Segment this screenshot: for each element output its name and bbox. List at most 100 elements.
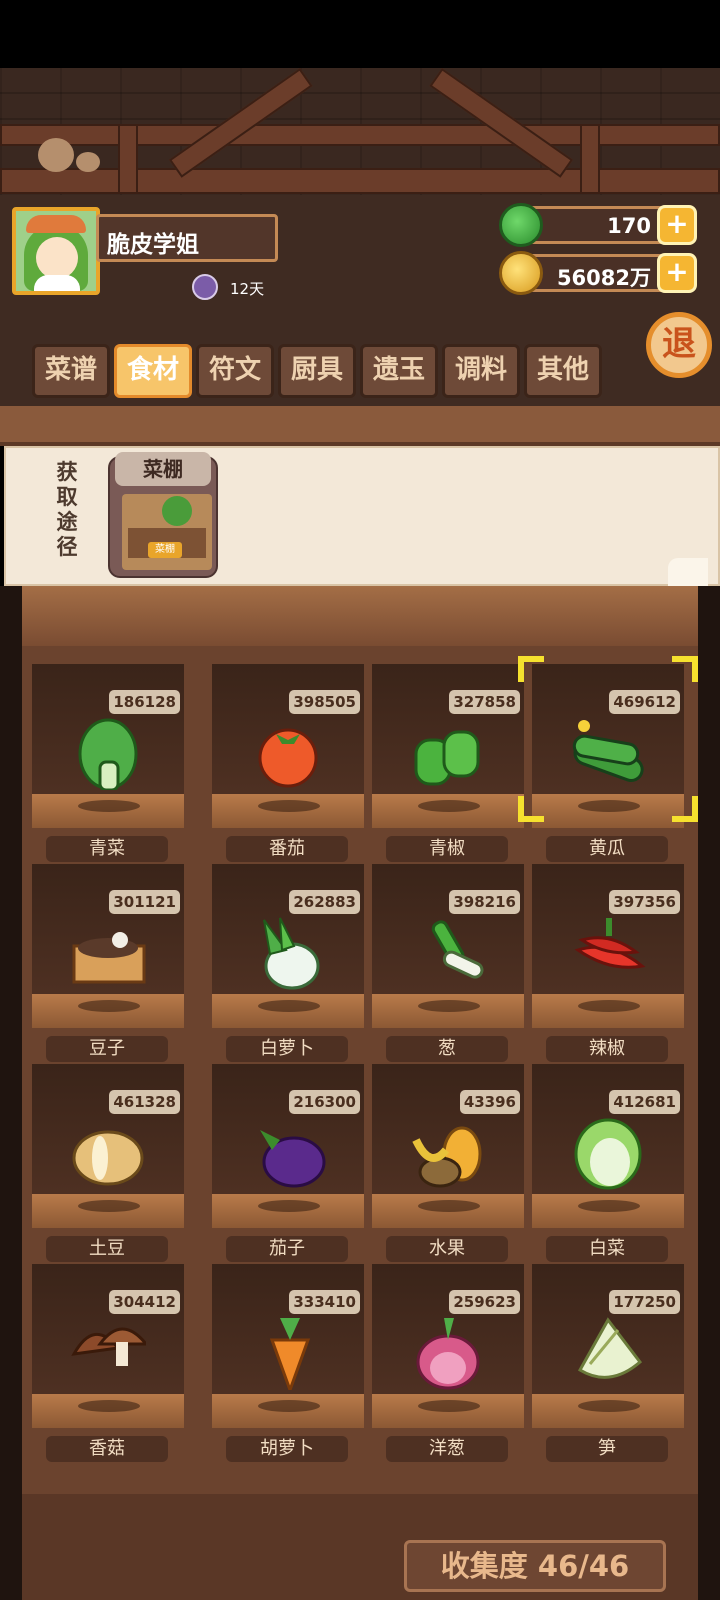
item-shadow xyxy=(418,1200,480,1212)
ingredient-count: 327858 xyxy=(449,690,520,714)
cabinet-edge-right xyxy=(696,586,720,1600)
potato-icon xyxy=(72,1130,144,1186)
ingredient-slot[interactable]: 216300 茄子 xyxy=(212,1064,364,1262)
selection-corner xyxy=(518,796,544,822)
item-shadow xyxy=(578,800,640,812)
tab-runes[interactable]: 符文 xyxy=(196,344,274,398)
ingredient-slot[interactable]: 301121 豆子 xyxy=(32,864,184,1062)
ingredient-name: 豆子 xyxy=(46,1036,168,1062)
ingredient-count: 461328 xyxy=(109,1090,180,1114)
scallion-icon xyxy=(431,920,484,979)
add-jade-button[interactable]: + xyxy=(657,205,697,245)
ingredient-count: 262883 xyxy=(289,890,360,914)
eggplant-icon xyxy=(260,1130,326,1188)
ingredient-count: 469612 xyxy=(609,690,680,714)
greenhouse-icon xyxy=(122,494,212,570)
ingredient-count: 216300 xyxy=(289,1090,360,1114)
ingredient-slot[interactable]: 177250 笋 xyxy=(532,1264,684,1462)
ingredient-slot[interactable]: 398216 葱 xyxy=(372,864,524,1062)
coin-amount: 56082万 xyxy=(556,266,651,290)
cucumber-icon xyxy=(572,720,644,782)
ingredient-count: 43396 xyxy=(459,1090,520,1114)
add-coins-button[interactable]: + xyxy=(657,253,697,293)
item-shadow xyxy=(578,1200,640,1212)
ingredient-slot[interactable]: 398505 番茄 xyxy=(212,664,364,862)
item-shadow xyxy=(78,800,140,812)
ingredient-count: 333410 xyxy=(289,1290,360,1314)
item-shadow xyxy=(258,1400,320,1412)
ingredient-slot[interactable]: 333410 胡萝卜 xyxy=(212,1264,364,1462)
beans-box-icon xyxy=(72,932,146,984)
status-bar xyxy=(0,0,720,68)
ingredient-slot[interactable]: 262883 白萝卜 xyxy=(212,864,364,1062)
item-shadow xyxy=(258,1000,320,1012)
chili-icon xyxy=(574,918,646,969)
days-counter: 12天 xyxy=(230,280,265,298)
companion-icon xyxy=(192,274,218,300)
tab-recipes[interactable]: 菜谱 xyxy=(32,344,110,398)
carrot-icon xyxy=(269,1318,311,1390)
tab-other[interactable]: 其他 xyxy=(524,344,602,398)
coin-icon xyxy=(499,251,543,295)
ingredient-count: 412681 xyxy=(609,1090,680,1114)
item-shadow xyxy=(78,1000,140,1012)
shelf-top xyxy=(22,586,698,646)
tab-relics[interactable]: 遗玉 xyxy=(360,344,438,398)
ingredient-name: 葱 xyxy=(386,1036,508,1062)
source-title: 获取途径 xyxy=(56,460,78,559)
ingredient-count: 259623 xyxy=(449,1290,520,1314)
item-shadow xyxy=(258,1200,320,1212)
ingredient-name: 番茄 xyxy=(226,836,348,862)
ingredient-count: 301121 xyxy=(109,890,180,914)
bamboo-shoot-icon xyxy=(577,1317,643,1379)
ingredient-name: 水果 xyxy=(386,1236,508,1262)
tomato-icon xyxy=(258,728,318,788)
selection-corner xyxy=(518,656,544,682)
ingredient-name: 青菜 xyxy=(46,836,168,862)
item-shadow xyxy=(418,1400,480,1412)
jade-icon xyxy=(499,203,543,247)
ingredient-count: 304412 xyxy=(109,1290,180,1314)
napa-cabbage-icon xyxy=(574,1118,642,1190)
ingredient-slot[interactable]: 397356 辣椒 xyxy=(532,864,684,1062)
ingredient-count: 397356 xyxy=(609,890,680,914)
fruit-icon xyxy=(412,1126,482,1188)
ingredient-count: 177250 xyxy=(609,1290,680,1314)
item-shadow xyxy=(418,800,480,812)
ingredient-name: 洋葱 xyxy=(386,1436,508,1462)
ingredient-slot[interactable]: 304412 香菇 xyxy=(32,1264,184,1462)
exit-button[interactable]: 退 xyxy=(646,312,712,378)
tab-cookware[interactable]: 厨具 xyxy=(278,344,356,398)
ingredient-name: 青椒 xyxy=(386,836,508,862)
ingredient-slot[interactable]: 469612 黄瓜 xyxy=(518,656,698,862)
jade-amount: 170 xyxy=(607,214,651,238)
selection-corner xyxy=(672,796,698,822)
bok-choy-icon xyxy=(78,718,138,790)
collection-progress: 收集度 46/46 xyxy=(404,1540,666,1592)
ingredient-slot[interactable]: 412681 白菜 xyxy=(532,1064,684,1262)
ingredient-slot[interactable]: 43396 水果 xyxy=(372,1064,524,1262)
ingredient-slot[interactable]: 186128 青菜 xyxy=(32,664,184,862)
ingredient-count: 398216 xyxy=(449,890,520,914)
ingredient-name: 香菇 xyxy=(46,1436,168,1462)
selection-corner xyxy=(672,656,698,682)
ingredient-name: 茄子 xyxy=(226,1236,348,1262)
item-shadow xyxy=(418,1000,480,1012)
ingredient-slot[interactable]: 327858 青椒 xyxy=(372,664,524,862)
item-shadow xyxy=(578,1400,640,1412)
tab-ingredients[interactable]: 食材 xyxy=(114,344,192,398)
ingredient-slot[interactable]: 259623 洋葱 xyxy=(372,1264,524,1462)
bird-icon xyxy=(38,138,74,172)
bird-icon xyxy=(76,152,100,172)
ingredient-slot[interactable]: 461328 土豆 xyxy=(32,1064,184,1262)
ingredient-count: 398505 xyxy=(289,690,360,714)
coin-resource: 56082万 + xyxy=(499,251,697,295)
tab-seasonings[interactable]: 调料 xyxy=(442,344,520,398)
ingredient-name: 白菜 xyxy=(546,1236,668,1262)
ingredient-name: 黄瓜 xyxy=(546,836,668,862)
player-avatar[interactable] xyxy=(12,207,100,295)
mushroom-icon xyxy=(71,1327,146,1366)
jade-resource: 170 + xyxy=(499,203,697,247)
ingredient-name: 辣椒 xyxy=(546,1036,668,1062)
ingredient-count: 186128 xyxy=(109,690,180,714)
